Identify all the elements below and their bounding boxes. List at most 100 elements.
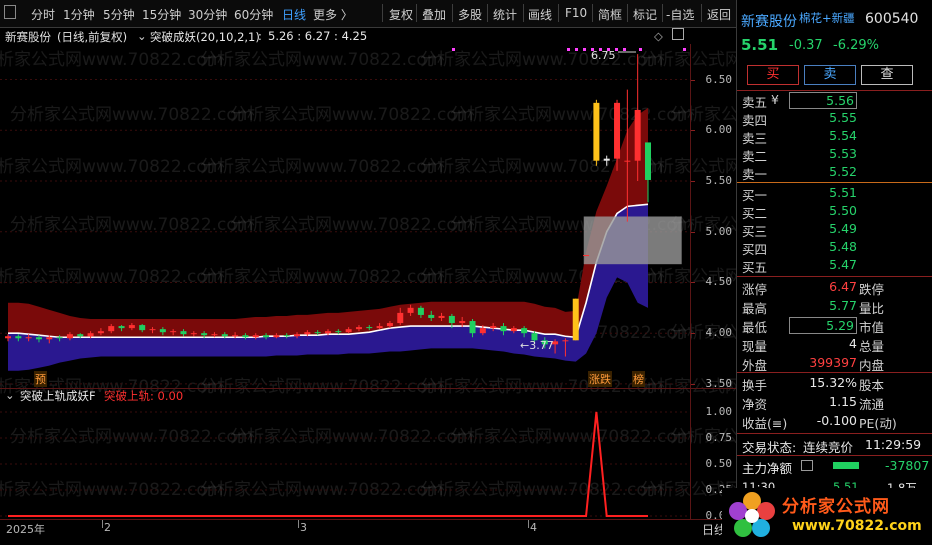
candle-body [232,335,239,337]
candle-body [170,331,177,333]
mark-button[interactable]: 标记 [633,6,657,23]
candle-body [366,327,373,329]
quote-stock-code: 600540 [865,11,919,27]
quote-stock-name: 新赛股份 [741,14,797,30]
stat-row[interactable]: 现量 4 总量 [737,336,932,355]
candle-body [97,331,104,334]
high-price-label: 6.75 [591,49,616,62]
stat2-row[interactable]: 收益(≡) -0.100 PE(动) [737,413,932,432]
add-favorite-button[interactable]: -自选 [666,6,694,23]
forecast-tag[interactable]: 预 [34,371,47,387]
candle-body [614,102,621,159]
maximize-icon[interactable] [672,28,684,40]
stat-row-label2: 市值 [859,320,885,335]
quote-concept[interactable]: 棉花+新疆 [799,10,855,26]
diamond-icon[interactable]: ◇ [654,29,663,43]
sell-button[interactable]: 卖 [804,65,856,85]
ask-row-value: 5.54 [829,128,857,143]
ask-row[interactable]: 卖二 5.53 [737,146,932,165]
flow-detail-icon[interactable] [801,460,813,471]
window-toggle-icon[interactable] [4,5,16,19]
period-toolbar: 分时 1分钟 5分钟 15分钟 30分钟 60分钟 日线 更多 〉 复权 叠加 … [0,0,736,28]
date-label-year: 2025年 [6,523,45,536]
period-more-menu[interactable]: 更多 〉 [313,6,353,23]
candle-body [428,314,435,318]
trade-status-label: 交易状态: [742,440,797,455]
limit-tag[interactable]: 涨跌 [588,371,612,387]
period-tab-fenshi[interactable]: 分时 [31,6,55,23]
period-tab-30min[interactable]: 30分钟 [188,6,227,23]
buy-button[interactable]: 买 [747,65,799,85]
bid-row[interactable]: 买三 5.49 [737,221,932,240]
ranking-tag[interactable]: 榜 [632,371,645,387]
f10-button[interactable]: F10 [565,6,587,20]
draw-line-button[interactable]: 画线 [528,6,552,23]
period-tab-5min[interactable]: 5分钟 [103,6,135,23]
period-tab-15min[interactable]: 15分钟 [142,6,181,23]
candle-body [252,335,259,338]
candle-body [46,337,53,340]
brand-title: 分析家公式网 [782,497,890,517]
sub-collapse-icon[interactable]: ⌄ [5,388,15,402]
simple-frame-button[interactable]: 简框 [598,6,622,23]
price-axis-label: 4.00 [705,326,733,340]
candle-body [139,325,146,331]
stock-name-label: 新赛股份 [5,30,51,44]
candle-body [314,332,321,334]
ask-row[interactable]: 卖三 5.54 [737,128,932,147]
overlay-button[interactable]: 叠加 [422,6,446,23]
sub-indicator-chart[interactable] [0,402,690,520]
period-tab-1min[interactable]: 1分钟 [63,6,95,23]
statistics-button[interactable]: 统计 [493,6,517,23]
bid-row[interactable]: 买一 5.51 [737,185,932,204]
chart-mode-label: (日线,前复权) [57,30,128,44]
fuquan-button[interactable]: 复权 [389,6,413,23]
quote-change: -0.37 [789,38,823,53]
bid-row[interactable]: 买四 5.48 [737,239,932,258]
ask-row[interactable]: 卖一 5.52 [737,164,932,183]
candle-body [66,334,73,339]
candle-body [294,334,301,337]
main-kline-chart[interactable] [0,44,736,389]
quote-change-pct: -6.29% [833,38,879,53]
candle-body [180,331,187,335]
candle-body [201,333,208,336]
signal-dot [567,48,570,51]
candle-body [345,329,352,333]
date-label-mar: 3 [300,521,307,534]
stat2-row[interactable]: 换手 15.32% 股本 [737,375,932,394]
candle-body [376,326,383,329]
stat-row[interactable]: 涨停 6.47 跌停 [737,279,932,298]
ask-row[interactable]: 卖四 5.55 [737,110,932,129]
query-button[interactable]: 查 [861,65,913,85]
indicator-name[interactable]: 突破成妖(20,10,2,1) [150,29,260,45]
candle-body [35,337,42,340]
date-axis: 2025年 2 3 4 日线 [0,519,736,545]
stat-row[interactable]: 最低 5.29 市值 [737,317,932,336]
stat-row-label: 最高 [742,301,768,316]
ask-row-value: 5.53 [829,146,857,161]
candle-body [325,331,331,334]
trade-time: 11:29:59 [865,437,922,452]
indicator-collapse-icon[interactable]: ⌄ [137,29,147,43]
ask-row-label: 卖二 [742,149,768,164]
candle-body [438,315,445,318]
multi-stock-button[interactable]: 多股 [458,6,482,23]
stat2-row-label: 换手 [742,378,768,393]
candle-body [108,326,115,332]
signal-dot [452,48,455,51]
period-tab-60min[interactable]: 60分钟 [234,6,273,23]
bid-row[interactable]: 买五 5.47 [737,257,932,276]
candle-body [25,337,32,339]
signal-dot [683,48,686,51]
stat2-row[interactable]: 净资 1.15 流通 [737,394,932,413]
candle-body [118,326,125,329]
period-tab-daily[interactable]: 日线 [282,6,306,23]
stat-row-label: 涨停 [742,282,768,297]
bid-row[interactable]: 买二 5.50 [737,203,932,222]
bid-row-value: 5.51 [829,185,857,200]
back-button[interactable]: 返回 [707,6,731,23]
stat-row[interactable]: 最高 5.77 量比 [737,298,932,317]
ask-row[interactable]: 卖五 ¥5.56 [737,92,932,111]
signal-dot [575,48,578,51]
